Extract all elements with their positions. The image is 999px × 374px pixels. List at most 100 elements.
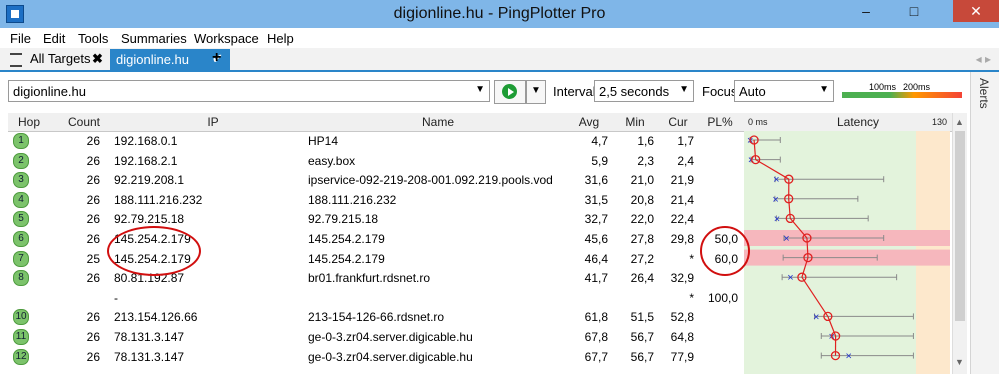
col-hop[interactable]: Hop: [14, 115, 44, 129]
title-bar: digionline.hu - PingPlotter Pro – □ ✕: [0, 0, 999, 28]
table-row[interactable]: 3 26 92.219.208.1 ipservice-092-219-208-001…: [8, 170, 744, 190]
latency-color-scale: [842, 92, 962, 98]
table-row[interactable]: 10 26 213.154.126.66 213-154-126-66.rdsnet.…: [8, 307, 744, 327]
current-latency-marker: ×: [773, 174, 779, 186]
scroll-up-icon[interactable]: ▲: [955, 117, 964, 127]
dropdown-arrow-icon[interactable]: ▼: [475, 84, 485, 95]
cur-cell: 2,4: [677, 153, 694, 168]
minimize-button[interactable]: –: [851, 0, 881, 22]
count-cell: 26: [86, 310, 100, 325]
menu-workspace[interactable]: Workspace: [194, 31, 259, 46]
ip-cell: 192.168.0.1: [114, 134, 178, 148]
current-latency-marker: ×: [845, 351, 851, 363]
count-cell: 26: [86, 349, 100, 364]
scroll-thumb[interactable]: [955, 131, 965, 321]
count-cell: 26: [86, 173, 100, 188]
col-latency[interactable]: Latency: [828, 115, 888, 129]
focus-select[interactable]: Auto ▼: [734, 80, 834, 102]
interval-select[interactable]: 2,5 seconds ▼: [594, 80, 694, 102]
target-value: digionline.hu: [13, 84, 87, 99]
menu-lines-icon[interactable]: [10, 53, 22, 67]
count-cell: 26: [86, 232, 100, 246]
target-input[interactable]: digionline.hu ▼: [8, 80, 490, 102]
maximize-button[interactable]: □: [899, 0, 929, 22]
tab-all-targets[interactable]: All Targets: [30, 51, 90, 66]
table-row[interactable]: - * 100,0: [8, 288, 744, 308]
start-options-dropdown[interactable]: ▼: [526, 80, 546, 104]
menu-tools[interactable]: Tools: [78, 31, 108, 46]
scale-100-label: 100ms: [869, 82, 897, 92]
name-cell: ge-0-3.zr04.server.digicable.hu: [308, 330, 473, 344]
cur-cell: *: [689, 251, 694, 266]
col-ip[interactable]: IP: [198, 115, 228, 129]
min-cell: 56,7: [630, 349, 654, 364]
add-tab-button[interactable]: +: [212, 49, 221, 67]
avg-cell: 67,7: [584, 349, 608, 364]
name-cell: 188.111.216.232: [308, 192, 397, 207]
col-cur[interactable]: Cur: [663, 115, 693, 129]
table-row[interactable]: 12 26 78.131.3.147 ge-0-3.zr04.server.digic…: [8, 347, 744, 367]
name-cell: 145.254.2.179: [308, 251, 385, 266]
tab-nav-arrows[interactable]: ◂ ▸: [976, 52, 991, 66]
vertical-scrollbar[interactable]: ▲ ▼: [952, 113, 967, 374]
tab-digionline-label: digionline.hu: [116, 52, 190, 67]
current-latency-marker: ×: [813, 311, 819, 323]
window-title: digionline.hu - PingPlotter Pro: [393, 5, 606, 22]
chevron-down-icon: ▼: [819, 84, 829, 95]
avg-cell: 45,6: [584, 232, 608, 246]
hop-badge: 3: [13, 172, 29, 189]
min-cell: 21,0: [630, 173, 654, 188]
avg-cell: 67,8: [584, 330, 608, 344]
count-cell: 25: [86, 251, 100, 266]
menu-edit[interactable]: Edit: [43, 31, 65, 46]
alerts-sidebar: Alerts: [970, 72, 999, 374]
scroll-down-icon[interactable]: ▼: [955, 357, 964, 367]
hop-badge: 8: [13, 270, 29, 287]
table-row[interactable]: 4 26 188.111.216.232 188.111.216.232 31,5 20,…: [8, 190, 744, 210]
close-button[interactable]: ✕: [953, 0, 999, 22]
name-cell: ipservice-092-219-208-001.092.219.pools.…: [308, 173, 553, 188]
cur-cell: 52,8: [670, 310, 694, 325]
current-latency-marker: ×: [774, 213, 780, 225]
annotation-ellipse-ip: [107, 226, 201, 276]
avg-cell: 4,7: [591, 134, 608, 148]
avg-cell: 32,7: [584, 212, 608, 227]
chevron-down-icon: ▼: [679, 84, 689, 95]
close-tab-icon[interactable]: ✖: [92, 51, 103, 67]
min-cell: 22,0: [630, 212, 654, 227]
col-avg[interactable]: Avg: [574, 115, 604, 129]
name-cell: HP14: [308, 134, 339, 148]
col-name[interactable]: Name: [408, 115, 468, 129]
cur-cell: 21,9: [670, 173, 694, 188]
chevron-down-icon: ▼: [531, 85, 541, 96]
table-row[interactable]: 11 26 78.131.3.147 ge-0-3.zr04.server.digic…: [8, 327, 744, 347]
avg-cell: 31,6: [584, 173, 608, 188]
hop-badge: 10: [13, 309, 29, 326]
col-count[interactable]: Count: [64, 115, 104, 129]
latency-chart: ××××××××××: [744, 131, 950, 374]
current-latency-marker: ×: [772, 194, 778, 206]
menu-file[interactable]: File: [10, 31, 31, 46]
col-min[interactable]: Min: [620, 115, 650, 129]
ip-cell: 92.79.215.18: [114, 212, 185, 227]
cur-cell: 64,8: [670, 330, 694, 344]
col-pl[interactable]: PL%: [705, 115, 735, 129]
cur-cell: 21,4: [670, 192, 694, 207]
table-row[interactable]: 2 26 192.168.2.1 easy.box 5,9 2,3 2,4: [8, 151, 744, 171]
focus-value: Auto: [739, 84, 766, 99]
scale-200-label: 200ms: [903, 82, 931, 92]
start-button[interactable]: [494, 80, 526, 104]
alerts-tab[interactable]: Alerts: [977, 78, 991, 109]
count-cell: 26: [86, 153, 100, 168]
pl-cell: 100,0: [707, 290, 738, 305]
hop-badge: 6: [13, 231, 29, 247]
menu-help[interactable]: Help: [267, 31, 294, 46]
table-row[interactable]: 1 26 192.168.0.1 HP14 4,7 1,6 1,7: [8, 131, 744, 151]
count-cell: 26: [86, 134, 100, 148]
table-row[interactable]: 5 26 92.79.215.18 92.79.215.18 32,7 22,0 22,4: [8, 209, 744, 229]
avg-cell: 46,4: [584, 251, 608, 266]
table-row[interactable]: 8 26 80.81.192.87 br01.frankfurt.rdsnet.ro 4…: [8, 268, 744, 288]
latency-min-label: 0 ms: [748, 117, 768, 127]
name-cell: 213-154-126-66.rdsnet.ro: [308, 310, 445, 325]
menu-summaries[interactable]: Summaries: [121, 31, 187, 46]
